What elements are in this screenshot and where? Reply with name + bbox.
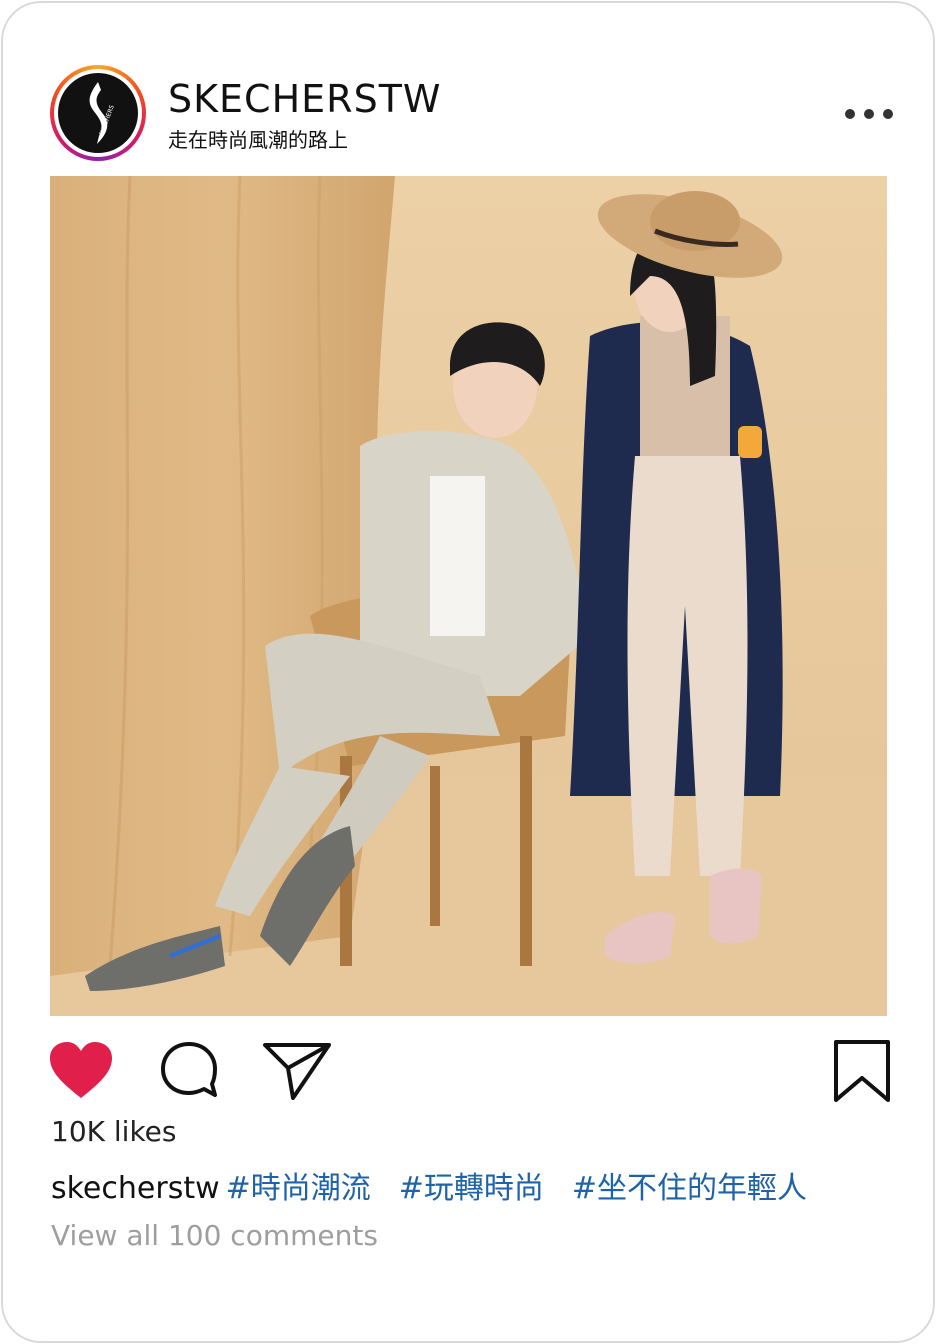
post-photo[interactable] bbox=[50, 176, 887, 1016]
bookmark-icon bbox=[834, 1040, 890, 1102]
skechers-logo: SKECHERS bbox=[58, 73, 138, 153]
ellipsis-icon bbox=[845, 109, 855, 119]
post-caption: skecherstw #時尚潮流 #玩轉時尚 #坐不住的年輕人 bbox=[51, 1163, 807, 1207]
account-tagline: 走在時尚風潮的路上 bbox=[168, 128, 348, 152]
fashion-photo-image bbox=[50, 176, 887, 1016]
caption-username[interactable]: skecherstw bbox=[51, 1171, 220, 1206]
like-count[interactable]: 10K likes bbox=[51, 1115, 176, 1148]
comment-bubble-icon bbox=[161, 1042, 217, 1097]
like-button[interactable] bbox=[48, 1040, 114, 1100]
account-username[interactable]: SKECHERSTW bbox=[168, 77, 441, 121]
heart-icon bbox=[50, 1042, 112, 1098]
hashtag-link[interactable]: #坐不住的年輕人 bbox=[572, 1171, 807, 1206]
hashtag-link[interactable]: #玩轉時尚 bbox=[399, 1171, 544, 1206]
post-card: SKECHERS SKECHERSTW 走在時尚風潮的路上 10K likes … bbox=[1, 1, 935, 1343]
share-button[interactable] bbox=[262, 1041, 332, 1101]
avatar[interactable]: SKECHERS bbox=[50, 65, 146, 161]
comment-button[interactable] bbox=[158, 1040, 220, 1100]
skechers-s-logo-icon: SKECHERS bbox=[89, 82, 116, 144]
more-options-button[interactable] bbox=[841, 99, 897, 129]
save-button[interactable] bbox=[833, 1039, 891, 1103]
hashtag-link[interactable]: #時尚潮流 bbox=[226, 1171, 371, 1206]
paper-plane-icon bbox=[263, 1043, 331, 1100]
view-all-comments-link[interactable]: View all 100 comments bbox=[51, 1219, 378, 1252]
